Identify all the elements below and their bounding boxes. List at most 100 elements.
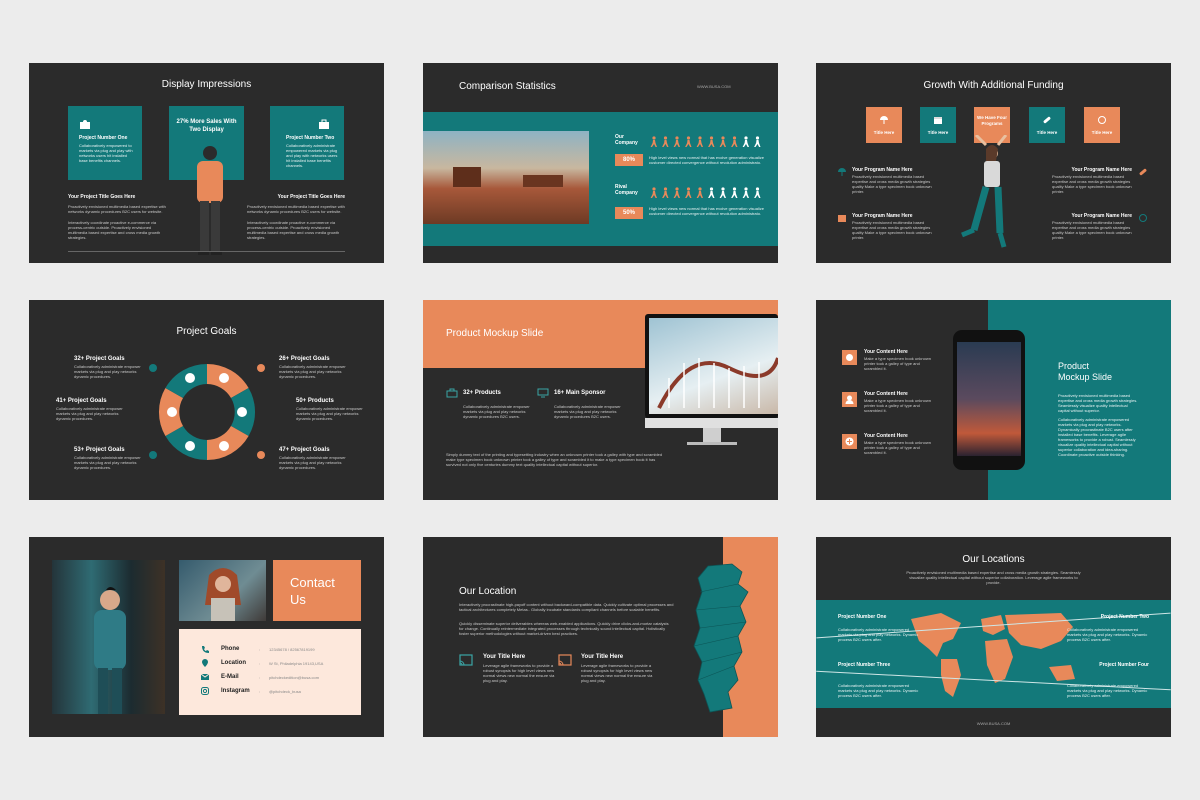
person-illustration [197,146,223,255]
runner-icon-row [650,187,761,198]
feature-text: Leverage agile frameworks to provide a r… [581,663,653,683]
content-title: Your Content Here [864,349,908,355]
location-text: Quickly disseminate superior deliverable… [459,621,669,636]
left-text: Interactively coordinate proactive e-com… [68,220,161,240]
butte [453,167,481,187]
colon: : [259,689,261,694]
feature-text: Collaboratively administrate empower mar… [554,404,621,419]
portugal-map [693,563,749,713]
runner-icon-row [650,136,761,147]
slide-phone-mockup[interactable]: Your Content Here Make a type specimen b… [816,300,1171,500]
goals-ring [158,364,256,460]
dot [149,451,157,459]
box-label: Title Here [873,130,895,135]
slide-growth-funding[interactable]: Growth With Additional Funding Title Her… [816,63,1171,263]
runner-icon [731,187,738,198]
dot [149,364,157,372]
program-item-title: Your Program Name Here [852,213,913,219]
content-icon-box [842,350,857,365]
umbrella-icon [838,168,846,176]
runner-icon [673,187,680,198]
man-illustration [94,587,126,714]
slide-product-mockup[interactable]: Product Mockup Slide 32+ Products Collab… [423,300,778,500]
dot [257,451,265,459]
runner-icon [673,136,680,147]
box-label: We Have Four Programs [977,115,1007,126]
contact-value[interactable]: W St, Philadelphia 19143,USA [269,661,323,666]
project-text: Collaboratively administrate empowered m… [1067,683,1148,698]
runner-icon [742,136,749,147]
plus-icon [845,437,854,446]
project-title: Project Number Three [838,662,891,668]
mail-icon [201,673,209,680]
url-text: WWW.BUSA.COM [976,721,1011,726]
contact-value[interactable]: pitchdeckedition@busa.com [269,675,319,680]
contact-value[interactable]: 12345678 / 82567819199 [269,647,315,652]
mockup-title-line2: Mockup Slide [1058,372,1113,382]
slide-contact-us[interactable]: Contact Us Phone : 12345678 / 8256781919… [29,537,384,737]
slide-title: Project Goals [176,326,237,337]
rival-people-icons [649,187,764,199]
contact-label: E-Mail [221,674,239,680]
program-item-text: Proactively envisioned multimedia based … [852,220,932,240]
box-title: 27% More Sales With Two Display [176,119,237,133]
our-text: High level views new normal that has evo… [649,155,764,165]
contact-value[interactable]: @pitchdeck_busa [269,689,301,694]
woman-portrait [205,568,241,621]
runner-icon [719,187,726,198]
slide-title: Comparison Statistics [459,81,556,92]
rival-text: High level views new normal that has evo… [649,206,764,216]
colon: : [259,675,261,680]
goal-title: 26+ Project Goals [279,356,330,362]
box-title: Project Number Two [286,135,335,141]
slide-comparison-statistics[interactable]: Comparison Statistics WWW.BUSA.COM Our C… [423,63,778,263]
program-box-5: Title Here [1084,107,1120,143]
project-box-two: Project Number Two Collaboratively admin… [270,106,344,180]
monitor-base [687,442,737,445]
goal-title: 50+ Products [296,398,334,404]
goal-title: 53+ Project Goals [74,447,125,453]
feature-title: 16+ Main Sponsor [554,390,606,396]
rollercoaster-illustration [657,357,778,409]
slide-our-location[interactable]: Our Location Interactively procrastinate… [423,537,778,737]
runner-icon [719,136,726,147]
project-box-one: Project Number One Collaboratively empow… [68,106,142,180]
refresh-icon [1139,214,1147,222]
contact-label: Instagram [221,688,250,694]
goal-title: 32+ Project Goals [74,356,125,362]
project-text: Collaboratively administrate empowered m… [838,683,919,698]
feature-title: 32+ Products [463,390,501,396]
user-icon [845,395,854,404]
bandage-icon [1139,168,1147,176]
slide-title: Growth With Additional Funding [923,80,1064,91]
right-text: Interactively coordinate proactive e-com… [247,220,340,240]
slide-title: Our Location [459,586,517,597]
calendar-icon [934,117,942,124]
program-item-text: Proactively envisioned multimedia based … [1052,174,1132,194]
left-title: Your Project Title Goes Here [68,194,136,200]
slide-title: Display Impressions [161,79,252,90]
colon: : [259,647,261,652]
box-label: Title Here [927,130,949,135]
calendar-icon [838,215,846,222]
program-box-2: Title Here [920,107,956,143]
project-title: Project Number One [838,614,887,620]
slide-our-locations[interactable]: Our Locations Proactively envisioned mul… [816,537,1171,737]
briefcase-icon [446,388,458,398]
slide-display-impressions[interactable]: Display Impressions Project Number One C… [29,63,384,263]
runner-icon [754,187,761,198]
program-item-title: Your Program Name Here [1071,167,1132,173]
city-photo [957,342,1021,456]
info-icon [846,354,853,361]
box-label: Title Here [1091,130,1113,135]
location-text: Interactively procrastinate high-payoff … [459,602,674,612]
content-icon-box [842,392,857,407]
feature-text: Collaboratively administrate empower mar… [463,404,530,419]
project-title: Project Number Two [1100,614,1149,620]
goal-text: Collaboratively administrate empower mar… [279,455,346,470]
slide-project-goals[interactable]: Project Goals 32+ Project Goals Collabor… [29,300,384,500]
shopping-bag-icon [319,119,329,129]
runner-icon [650,136,657,147]
runner-icon [685,136,692,147]
content-text: Make a type specimen book unknown printe… [864,398,931,413]
